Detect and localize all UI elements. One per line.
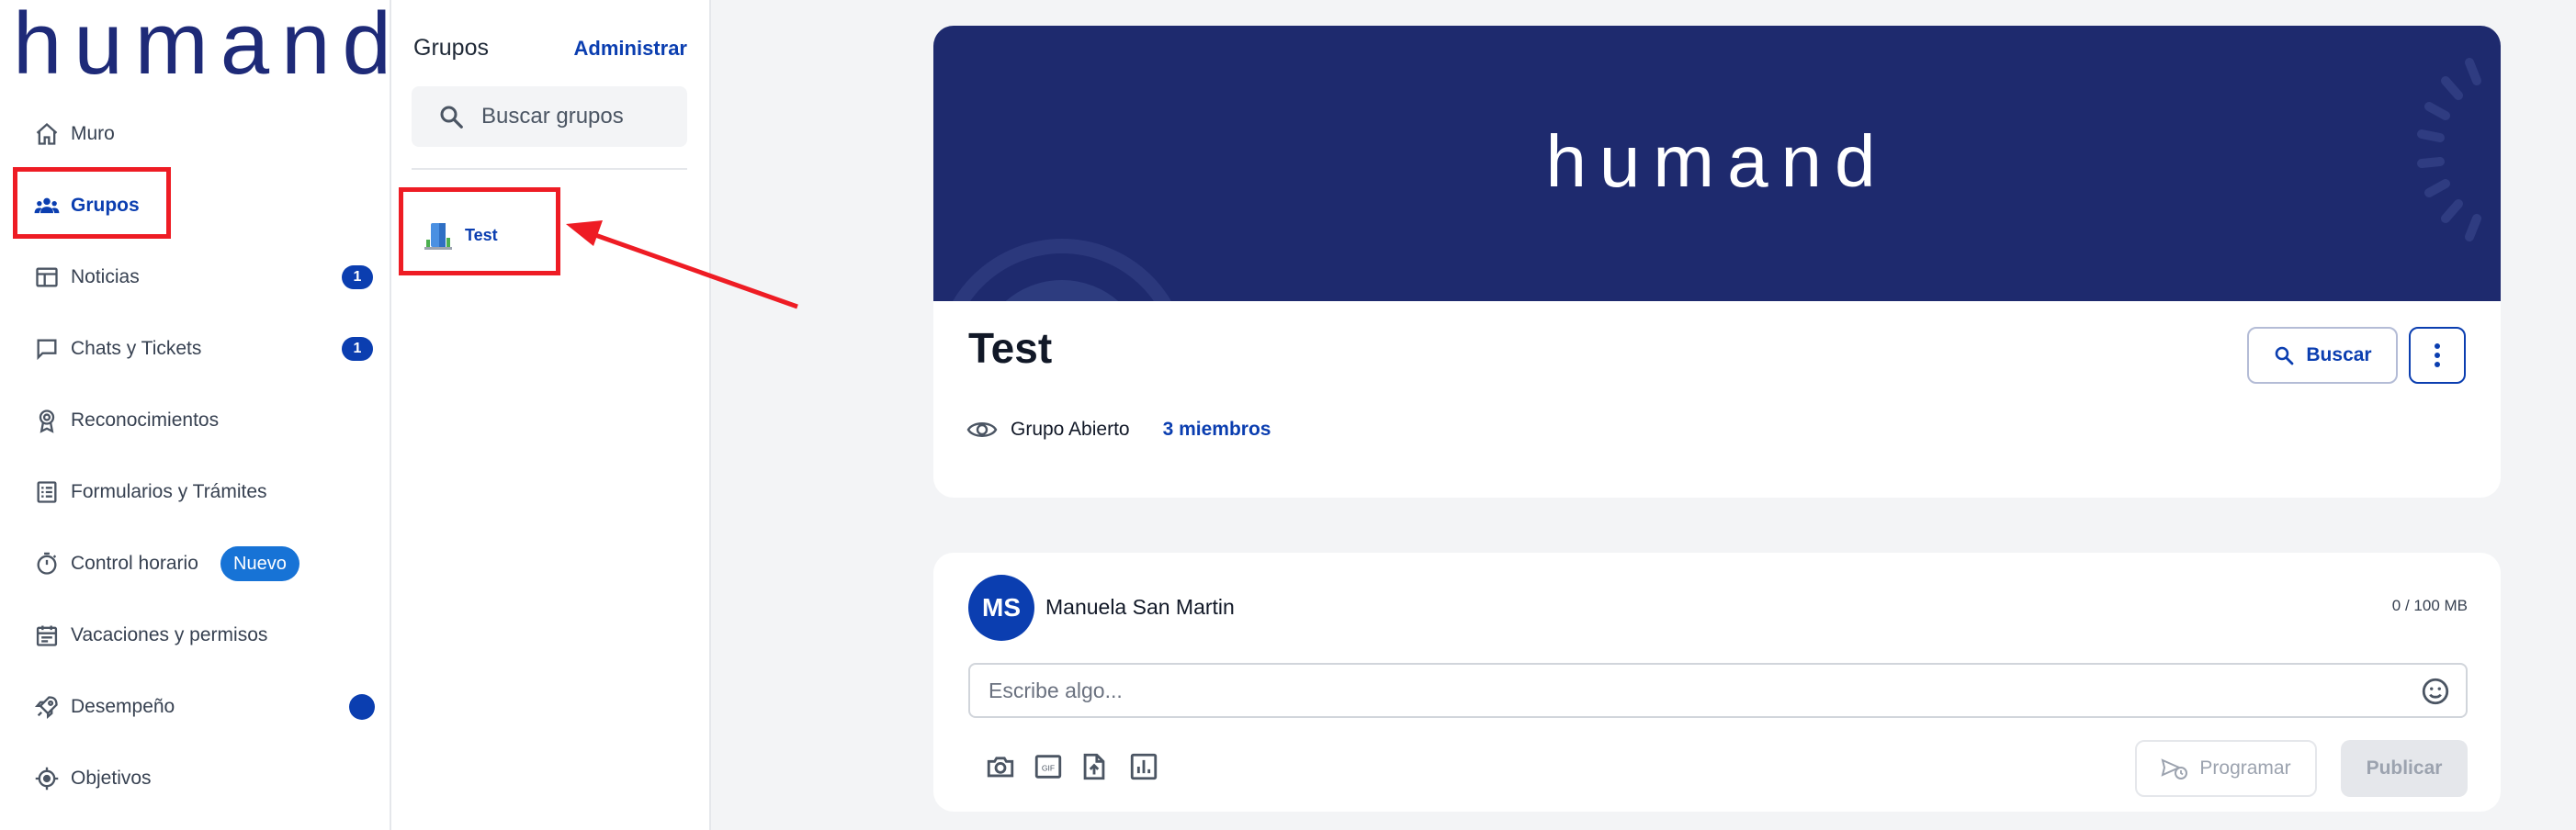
form-list-icon <box>33 478 61 506</box>
sidebar-item-reconocimientos[interactable]: Reconocimientos <box>0 395 386 446</box>
stopwatch-icon <box>33 550 61 578</box>
storage-usage: 0 / 100 MB <box>2391 597 2468 614</box>
groups-icon <box>33 192 61 219</box>
administrar-link[interactable]: Administrar <box>574 37 687 61</box>
group-banner: humand <box>933 26 2501 301</box>
more-vertical-icon <box>2435 343 2440 367</box>
group-title: Test <box>968 324 1053 372</box>
notification-count-badge: 1 <box>342 337 373 361</box>
main-sidebar: humand Muro Grupos Noticias 1 Chats y Ti… <box>0 0 391 830</box>
building-icon <box>424 223 452 250</box>
post-composer-card: MS Manuela San Martin 0 / 100 MB GIF Pro… <box>933 553 2501 812</box>
notification-dot <box>349 694 375 720</box>
author-name: Manuela San Martin <box>1045 595 1235 619</box>
annotation-arrow <box>566 220 798 309</box>
sidebar-item-label: Vacaciones y permisos <box>71 624 268 645</box>
camera-icon[interactable] <box>985 751 1016 782</box>
sidebar-item-label: Chats y Tickets <box>71 338 202 359</box>
calendar-icon <box>33 622 61 649</box>
eye-icon <box>966 422 998 437</box>
sidebar-item-chats[interactable]: Chats y Tickets 1 <box>0 323 386 375</box>
new-badge: Nuevo <box>220 546 299 581</box>
banner-logo: humand <box>1545 120 1889 202</box>
humand-logo[interactable]: humand <box>13 0 403 88</box>
group-meta-row: Grupo Abierto 3 miembros <box>966 419 1271 441</box>
sidebar-item-objetivos[interactable]: Objetivos <box>0 753 386 804</box>
sidebar-item-label: Desempeño <box>71 696 175 717</box>
post-text-input[interactable] <box>968 663 2468 718</box>
gif-icon[interactable]: GIF <box>1033 751 1064 782</box>
sidebar-item-grupos[interactable]: Grupos <box>0 180 386 231</box>
group-name-label: Test <box>465 225 498 244</box>
members-link[interactable]: 3 miembros <box>1163 419 1271 441</box>
award-icon <box>33 407 61 434</box>
sidebar-item-label: Control horario <box>71 553 198 574</box>
schedule-button[interactable]: Programar <box>2135 740 2317 797</box>
sidebar-item-label: Reconocimientos <box>71 409 220 431</box>
publish-button[interactable]: Publicar <box>2341 740 2468 797</box>
search-button-label: Buscar <box>2306 344 2372 365</box>
sidebar-item-noticias[interactable]: Noticias 1 <box>0 252 386 303</box>
schedule-send-icon <box>2161 758 2188 780</box>
more-options-button[interactable] <box>2409 327 2466 384</box>
group-visibility-label: Grupo Abierto <box>1011 419 1130 440</box>
chat-bubble-icon <box>33 335 61 363</box>
divider <box>412 168 687 170</box>
groups-panel-title: Grupos <box>413 35 489 61</box>
rocket-icon <box>33 693 61 721</box>
sidebar-item-label: Grupos <box>71 195 140 216</box>
sidebar-item-muro[interactable]: Muro <box>0 108 386 160</box>
search-in-group-button[interactable]: Buscar <box>2247 327 2398 384</box>
svg-text:GIF: GIF <box>1042 763 1055 772</box>
sidebar-item-label: Muro <box>71 123 115 144</box>
sidebar-item-control-horario[interactable]: Control horario Nuevo <box>0 538 386 589</box>
sidebar-item-vacaciones[interactable]: Vacaciones y permisos <box>0 610 386 661</box>
emoji-icon[interactable] <box>2420 676 2451 707</box>
schedule-button-label: Programar <box>2199 757 2291 779</box>
search-icon <box>440 106 463 129</box>
groups-panel: Grupos Administrar Test <box>391 0 711 830</box>
poll-chart-icon[interactable] <box>1128 751 1159 782</box>
home-icon <box>33 120 61 148</box>
sidebar-item-label: Objetivos <box>71 768 152 789</box>
file-upload-icon[interactable] <box>1079 751 1110 782</box>
notification-count-badge: 1 <box>342 265 373 289</box>
sidebar-item-desempeno[interactable]: Desempeño <box>0 681 386 733</box>
sidebar-item-formularios[interactable]: Formularios y Trámites <box>0 466 386 518</box>
sidebar-item-label: Formularios y Trámites <box>71 481 267 502</box>
group-header-card: humand Test Buscar Grupo Abierto 3 miemb… <box>933 26 2501 498</box>
avatar: MS <box>968 575 1034 641</box>
target-icon <box>33 765 61 792</box>
search-icon <box>2276 346 2294 365</box>
sidebar-item-label: Noticias <box>71 266 140 287</box>
newspaper-icon <box>33 264 61 291</box>
